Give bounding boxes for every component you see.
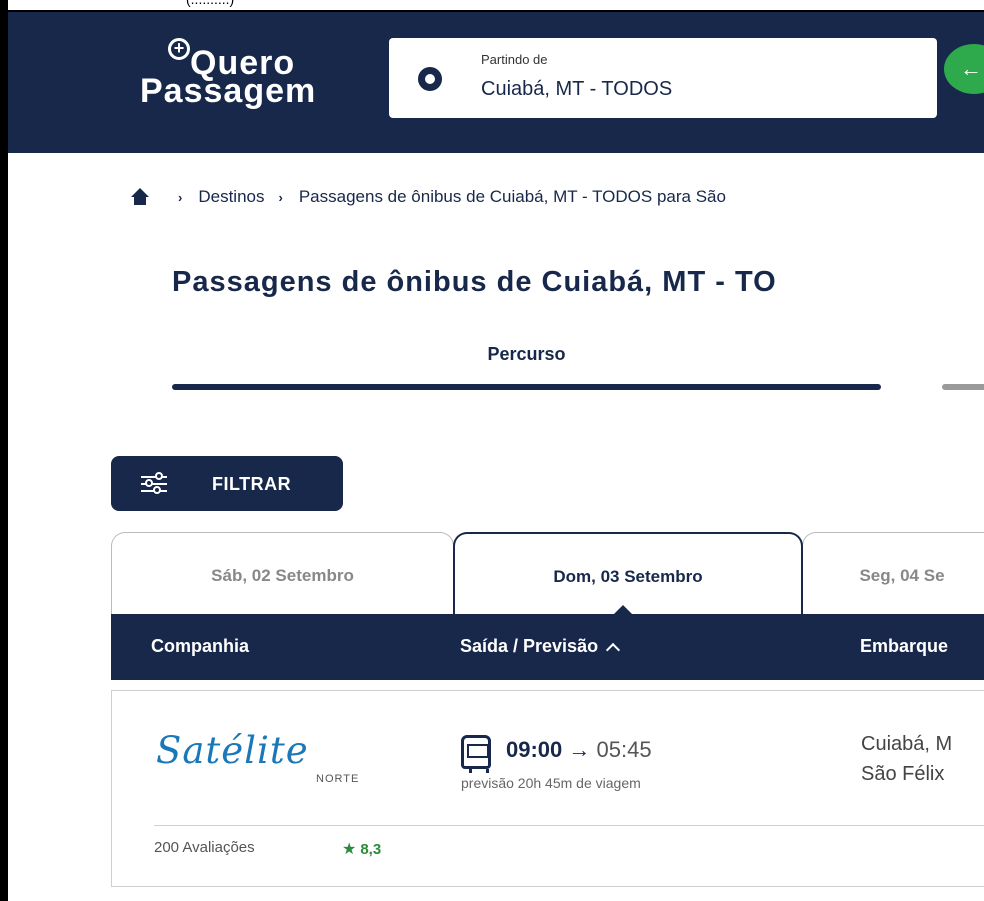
company-logo: Satélite NORTE xyxy=(156,729,366,791)
date-tab-sat[interactable]: Sáb, 02 Setembro xyxy=(111,532,454,614)
column-embarque[interactable]: Embarque xyxy=(860,636,948,657)
origin-label: Partindo de xyxy=(481,52,548,67)
page-title: Passagens de ônibus de Cuiabá, MT - TO xyxy=(172,266,777,298)
logo[interactable]: + Quero Passagem xyxy=(130,34,360,114)
date-tabs: Sáb, 02 Setembro Dom, 03 Setembro Seg, 0… xyxy=(111,532,984,615)
origin-field[interactable]: Partindo de Cuiabá, MT - TODOS xyxy=(389,38,937,118)
chevron-right-icon: › xyxy=(278,189,283,205)
breadcrumb-destinos[interactable]: Destinos xyxy=(198,187,264,207)
tab-percurso[interactable]: Percurso xyxy=(172,344,881,365)
arrow-left-icon: ← xyxy=(960,56,982,81)
trip-result-card[interactable]: Satélite NORTE 09:00 → 05:45 previsão 20… xyxy=(111,690,984,887)
top-strip: (..........) xyxy=(0,0,984,12)
breadcrumb: › Destinos › Passagens de ônibus de Cuia… xyxy=(130,185,726,209)
boarding-info: Cuiabá, M São Félix xyxy=(861,729,952,789)
sliders-icon xyxy=(141,472,167,494)
chevron-right-icon: › xyxy=(178,189,183,205)
date-tab-mon[interactable]: Seg, 04 Se xyxy=(802,532,984,614)
column-companhia[interactable]: Companhia xyxy=(151,636,249,657)
tab-indicator-inactive[interactable] xyxy=(942,384,984,390)
arrow-right-icon: → xyxy=(568,737,591,762)
home-icon[interactable] xyxy=(130,188,150,206)
boarding-destination: São Félix xyxy=(861,763,945,785)
column-saida-label: Saída / Previsão xyxy=(460,636,599,656)
origin-value[interactable]: Cuiabá, MT - TODOS xyxy=(481,78,672,101)
boarding-origin: Cuiabá, M xyxy=(861,733,953,755)
card-divider xyxy=(154,825,984,826)
cut-off-text: (..........) xyxy=(186,0,234,7)
plus-icon: + xyxy=(168,38,190,60)
company-sub: NORTE xyxy=(316,773,360,785)
company-name: Satélite xyxy=(156,729,309,772)
star-icon: ★ xyxy=(342,841,357,858)
column-saida-previsao[interactable]: Saída / Previsão xyxy=(460,636,621,658)
filter-label: FILTRAR xyxy=(212,474,292,494)
logo-line-2: Passagem xyxy=(140,72,317,110)
rating-value: 8,3 xyxy=(360,841,382,858)
chevron-up-icon xyxy=(606,642,621,658)
date-tab-sun[interactable]: Dom, 03 Setembro xyxy=(453,532,803,615)
trip-times: 09:00 → 05:45 xyxy=(506,737,652,763)
filter-button[interactable]: FILTRAR xyxy=(111,456,343,511)
arrival-time: 05:45 xyxy=(596,737,652,762)
tab-indicator-active xyxy=(172,384,881,390)
breadcrumb-current: Passagens de ônibus de Cuiabá, MT - TODO… xyxy=(298,187,726,206)
departure-time: 09:00 xyxy=(506,737,563,762)
bus-icon xyxy=(461,735,491,773)
rating: ★ 8,3 xyxy=(342,839,381,859)
results-column-header: Companhia Saída / Previsão Embarque xyxy=(111,614,984,680)
trip-duration: previsão 20h 45m de viagem xyxy=(461,775,641,791)
site-header: + Quero Passagem Partindo de Cuiabá, MT … xyxy=(8,12,984,153)
origin-circle-icon xyxy=(418,67,442,91)
reviews-count[interactable]: 200 Avaliações xyxy=(154,839,255,856)
